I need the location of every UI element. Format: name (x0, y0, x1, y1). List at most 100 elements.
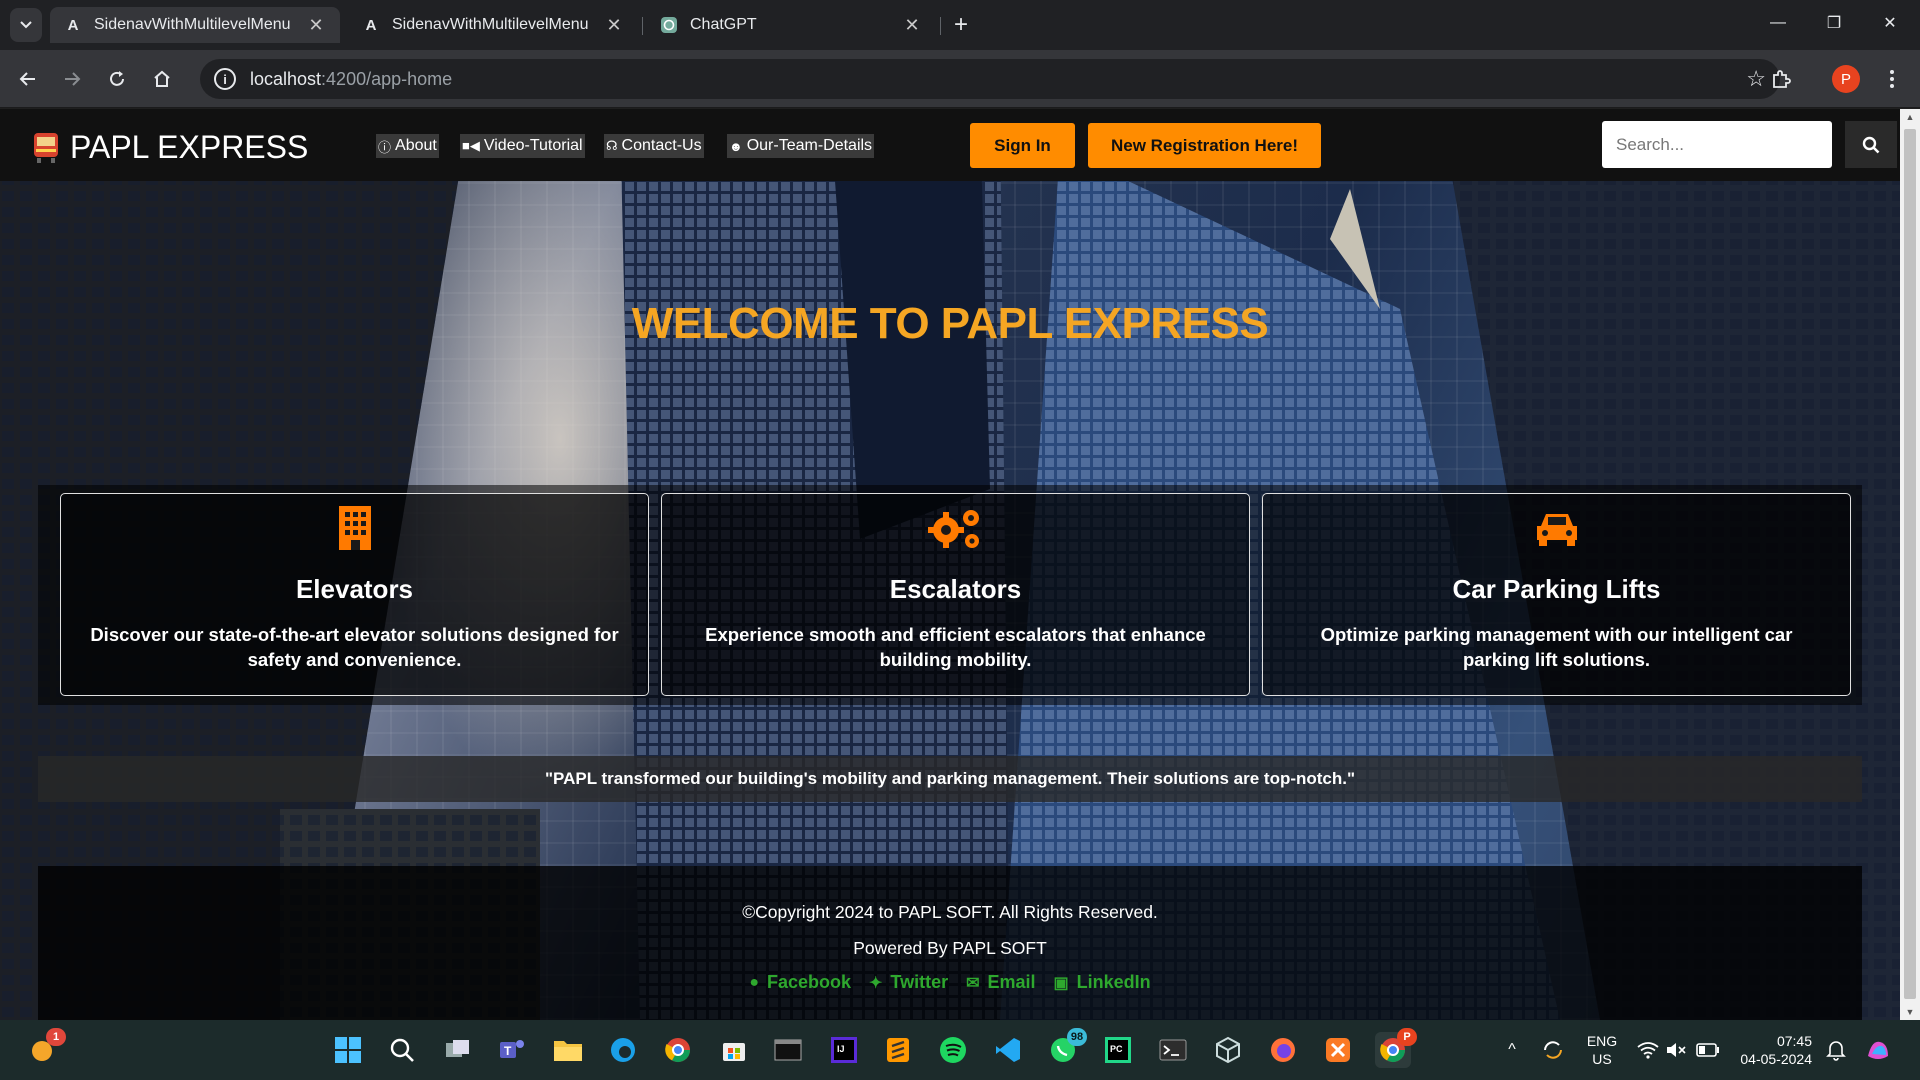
home-button[interactable] (146, 63, 178, 95)
sign-in-button[interactable]: Sign In (970, 123, 1075, 168)
browser-toolbar: i localhost:4200/app-home ☆ P (0, 50, 1920, 108)
language-indicator[interactable]: ENG US (1580, 1032, 1624, 1068)
windows-start-icon[interactable] (330, 1032, 366, 1068)
sync-icon[interactable] (1535, 1032, 1571, 1068)
restore-button[interactable]: ❐ (1814, 8, 1854, 38)
tab-title: SidenavWithMultilevelMenu (392, 16, 589, 33)
service-card-escalators[interactable]: Escalators Experience smooth and efficie… (661, 493, 1250, 696)
chrome-active-icon[interactable]: P (1375, 1028, 1417, 1068)
scrollbar-thumb[interactable] (1904, 129, 1916, 999)
back-button[interactable] (12, 63, 44, 95)
angular-icon: A (365, 16, 377, 34)
weather-widget-icon[interactable]: 1 (24, 1028, 66, 1068)
nav-contact-us[interactable]: ☊ Contact-Us (604, 134, 704, 158)
email-link[interactable]: ✉ Email (966, 972, 1035, 993)
close-tab-icon[interactable]: ✕ (902, 15, 922, 36)
tab-chatgpt[interactable]: ChatGPT ✕ (646, 7, 936, 43)
url-text: localhost:4200/app-home (250, 69, 452, 90)
reload-icon (110, 71, 124, 86)
twitter-link[interactable]: ✦ Twitter (869, 972, 948, 993)
spotify-icon[interactable] (935, 1032, 971, 1068)
microsoft-store-icon[interactable] (716, 1032, 752, 1068)
info-icon: ⓘ (378, 139, 392, 155)
svg-text:T: T (504, 1044, 512, 1058)
brand[interactable]: PAPL EXPRESS (32, 129, 308, 166)
facebook-icon: ● (749, 973, 759, 991)
firefox-icon[interactable] (1265, 1032, 1301, 1068)
nav-video-tutorial[interactable]: ■◀ Video-Tutorial (460, 134, 585, 158)
system-clock[interactable]: 07:45 04-05-2024 (1732, 1032, 1812, 1068)
card-text: Discover our state-of-the-art elevator s… (90, 624, 619, 670)
chevron-down-icon (20, 21, 32, 29)
users-icon: ☻ (729, 138, 743, 154)
chatgpt-icon (660, 16, 678, 34)
search-button[interactable] (1845, 121, 1897, 168)
svg-text:PC: PC (1110, 1044, 1123, 1054)
site-navbar: PAPL EXPRESS ⓘ About ■◀ Video-Tutorial ☊ Co… (0, 109, 1900, 181)
page-scrollbar[interactable]: ▲ ▼ (1900, 109, 1920, 1020)
pycharm-icon[interactable]: PC (1100, 1032, 1136, 1068)
envelope-icon: ✉ (966, 974, 980, 992)
intellij-icon[interactable]: IJ (826, 1032, 862, 1068)
search-input[interactable] (1602, 121, 1832, 168)
linkedin-link[interactable]: ▣ LinkedIn (1054, 972, 1151, 993)
edge-icon[interactable] (605, 1032, 641, 1068)
card-text: Optimize parking management with our int… (1320, 624, 1793, 670)
chrome-icon[interactable] (660, 1032, 696, 1068)
speaker-muted-icon[interactable] (1658, 1032, 1694, 1068)
brand-name: PAPL EXPRESS (70, 129, 309, 165)
tab-sidenav-2[interactable]: A SidenavWithMultilevelMenu ✕ (348, 7, 638, 43)
notification-bell-icon[interactable] (1818, 1032, 1854, 1068)
minimize-button[interactable]: — (1758, 8, 1798, 38)
card-title: Escalators (889, 574, 1022, 604)
vscode-icon[interactable] (990, 1032, 1026, 1068)
nav-about-label: About (395, 137, 437, 154)
terminal-icon[interactable] (1155, 1032, 1191, 1068)
new-tab-button[interactable]: + (948, 11, 974, 38)
sublime-text-icon[interactable] (880, 1032, 916, 1068)
home-icon (154, 70, 170, 87)
whatsapp-icon[interactable]: 98 (1045, 1028, 1087, 1068)
chevron-up-icon[interactable]: ^ (1494, 1032, 1530, 1068)
scroll-down-arrow-icon[interactable]: ▼ (1900, 1004, 1920, 1020)
url-path: :4200/app-home (321, 68, 453, 89)
tab-sidenav-1[interactable]: A SidenavWithMultilevelMenu ✕ (50, 7, 340, 43)
facebook-label: Facebook (766, 972, 852, 992)
nav-contact-label: Contact-Us (621, 137, 702, 154)
nav-about[interactable]: ⓘ About (376, 134, 439, 158)
close-window-button[interactable]: ✕ (1870, 8, 1910, 38)
service-card-elevators[interactable]: Elevators Discover our state-of-the-art … (60, 493, 649, 696)
extensions-button[interactable] (1765, 63, 1797, 95)
close-tab-icon[interactable]: ✕ (306, 15, 326, 36)
service-card-car-parking[interactable]: Car Parking Lifts Optimize parking manag… (1262, 493, 1851, 696)
nav-our-team[interactable]: ☻ Our-Team-Details (727, 134, 875, 158)
3d-box-icon[interactable] (1210, 1032, 1246, 1068)
facebook-link[interactable]: ● Facebook (749, 972, 851, 993)
linkedin-label: LinkedIn (1076, 972, 1151, 992)
task-view-icon[interactable] (440, 1032, 476, 1068)
scroll-up-arrow-icon[interactable]: ▲ (1900, 109, 1920, 125)
copilot-icon[interactable] (1860, 1032, 1896, 1068)
close-tab-icon[interactable]: ✕ (604, 15, 624, 36)
language-bottom: US (1592, 1051, 1612, 1067)
browser-menu-button[interactable] (1876, 63, 1908, 95)
battery-icon[interactable] (1690, 1032, 1726, 1068)
new-registration-button[interactable]: New Registration Here! (1088, 123, 1321, 168)
bookmark-star-icon[interactable]: ☆ (1746, 66, 1766, 92)
site-info-icon[interactable]: i (214, 68, 236, 90)
address-bar[interactable]: i localhost:4200/app-home ☆ (200, 59, 1780, 99)
file-explorer-icon[interactable] (550, 1032, 586, 1068)
profile-avatar[interactable]: P (1832, 65, 1860, 93)
video-icon: ■◀ (462, 138, 480, 153)
terminal-window-icon[interactable] (770, 1032, 806, 1068)
testimonial: "PAPL transformed our building's mobilit… (38, 756, 1862, 802)
reload-button[interactable] (101, 63, 133, 95)
car-icon (1263, 504, 1850, 552)
nav-video-label: Video-Tutorial (483, 137, 583, 154)
xampp-icon[interactable] (1320, 1032, 1356, 1068)
tab-search-button[interactable] (10, 8, 42, 42)
search-icon[interactable] (384, 1032, 420, 1068)
teams-icon[interactable]: T (494, 1032, 530, 1068)
forward-button[interactable] (56, 63, 88, 95)
twitter-label: Twitter (890, 972, 949, 992)
